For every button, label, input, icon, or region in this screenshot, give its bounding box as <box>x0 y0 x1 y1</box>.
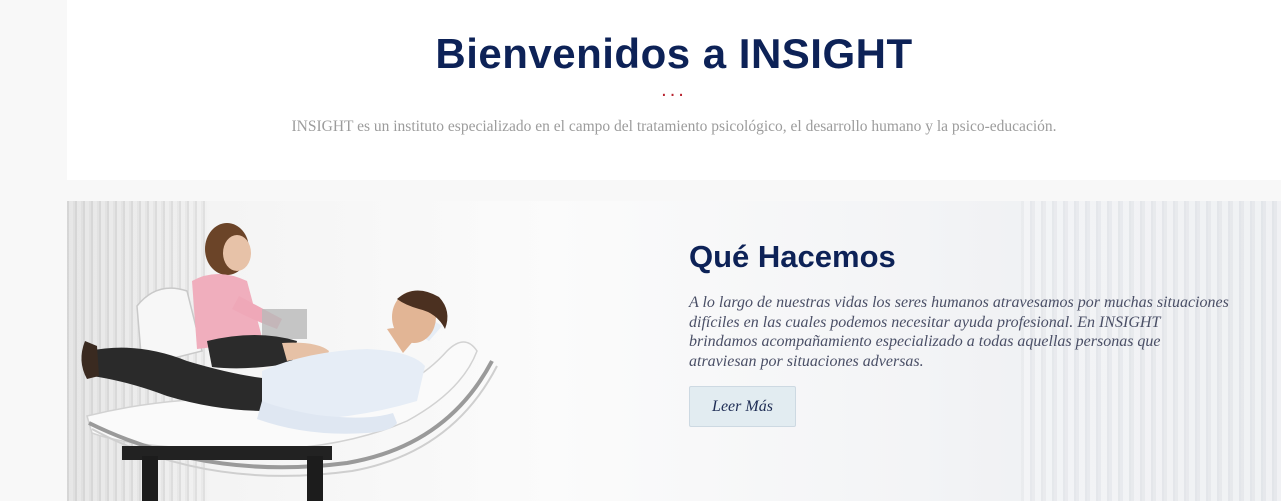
welcome-section: Bienvenidos a INSIGHT ... INSIGHT es un … <box>67 0 1281 180</box>
therapy-session-image <box>81 223 498 501</box>
what-we-do-banner: Qué Hacemos A lo largo de nuestras vidas… <box>67 201 1281 501</box>
section-description: A lo largo de nuestras vidas los seres h… <box>689 294 1229 370</box>
what-we-do-content: Qué Hacemos A lo largo de nuestras vidas… <box>689 239 1229 427</box>
welcome-title: Bienvenidos a INSIGHT <box>435 30 913 77</box>
title-divider-dots: ... <box>661 79 687 101</box>
section-title: Qué Hacemos <box>689 239 896 274</box>
welcome-description: INSIGHT es un instituto especializado en… <box>291 118 1057 135</box>
read-more-button[interactable]: Leer Más <box>689 386 796 427</box>
